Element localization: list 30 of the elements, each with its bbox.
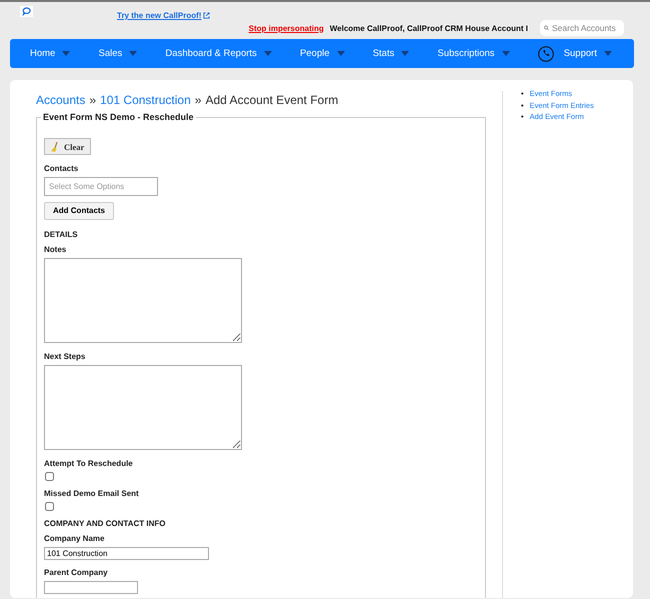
nav-menu-item[interactable]: Home <box>30 48 70 59</box>
nav-menu-item[interactable]: Subscriptions <box>438 48 510 59</box>
try-new-link[interactable]: Try the new CallProof! <box>117 11 210 20</box>
page-title: Add Account Event Form <box>205 93 338 107</box>
field-label: Notes <box>44 244 68 254</box>
field-label: Missed Demo Email Sent <box>44 488 140 498</box>
add-contacts-button[interactable]: Add Contacts <box>44 202 114 220</box>
nav-menu-item[interactable]: Dashboard & Reports <box>165 48 272 59</box>
section-heading: DETAILS <box>44 230 79 238</box>
field-label: Next Steps <box>44 352 86 360</box>
nav-menu-item[interactable]: Support <box>564 48 612 59</box>
stop-impersonating-link[interactable]: Stop impersonating <box>248 24 324 32</box>
form-title: Event Form NS Demo - Reschedule <box>42 112 195 122</box>
field-label: Company Name <box>44 534 106 542</box>
section-heading: COMPANY AND CONTACT INFO <box>44 518 166 528</box>
field-label: Contacts <box>44 164 80 173</box>
contacts-select[interactable]: Select Some Options <box>44 177 158 196</box>
breadcrumb-separator: » <box>194 93 202 107</box>
nav-menu-item[interactable]: People <box>300 48 345 59</box>
breadcrumb-separator: » <box>89 93 96 107</box>
breadcrumb-link[interactable]: 101 Construction <box>100 93 191 107</box>
field-label: Attempt To Reschedule <box>44 458 134 468</box>
welcome-text: Welcome CallProof, CallProof CRM House Account I <box>330 24 528 32</box>
field-label: Parent Company <box>44 568 109 576</box>
search-field[interactable]: Search Accounts <box>540 20 624 36</box>
nav-menu-item[interactable]: Stats <box>372 48 410 59</box>
nav-menu-item[interactable]: Sales <box>98 48 138 59</box>
text-field[interactable]: 101 Construction <box>44 546 209 560</box>
clear-button[interactable]: Clear <box>44 138 92 155</box>
breadcrumb-link[interactable]: Accounts <box>36 93 86 107</box>
